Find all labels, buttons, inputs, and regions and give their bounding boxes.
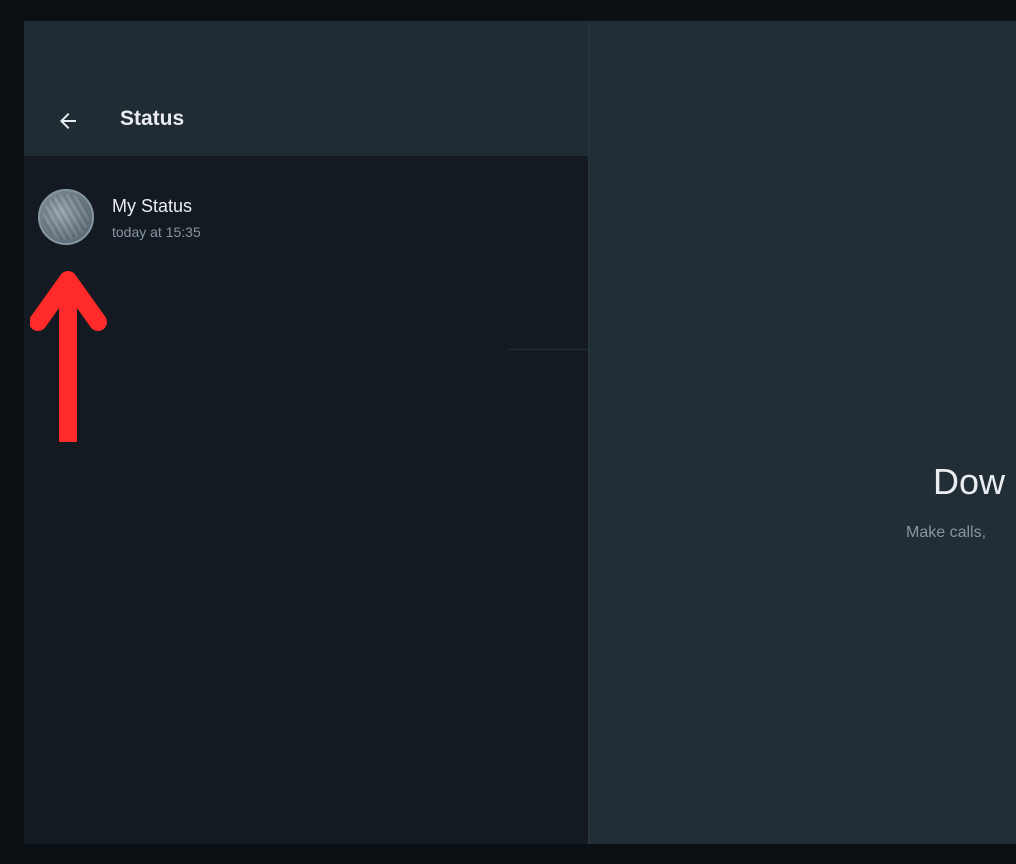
back-button[interactable] xyxy=(52,105,84,137)
avatar-image xyxy=(43,194,89,240)
my-status-item[interactable]: My Status today at 15:35 xyxy=(24,156,588,250)
arrow-left-icon xyxy=(60,113,76,129)
status-panel: Status My Status today at 15:35 xyxy=(24,21,588,844)
status-header: Status xyxy=(24,21,588,156)
arrow-up-icon xyxy=(30,271,107,442)
intro-subtitle: Make calls, xyxy=(906,524,987,541)
app-window: Status My Status today at 15:35 Dow Make… xyxy=(24,21,1016,844)
intro-title: Dow xyxy=(933,461,1006,502)
intro-panel: Dow Make calls, xyxy=(588,21,1016,844)
my-status-time: today at 15:35 xyxy=(112,224,201,240)
avatar[interactable] xyxy=(38,189,94,245)
my-status-name: My Status xyxy=(112,196,193,216)
divider xyxy=(508,349,588,350)
page-title: Status xyxy=(120,107,185,130)
